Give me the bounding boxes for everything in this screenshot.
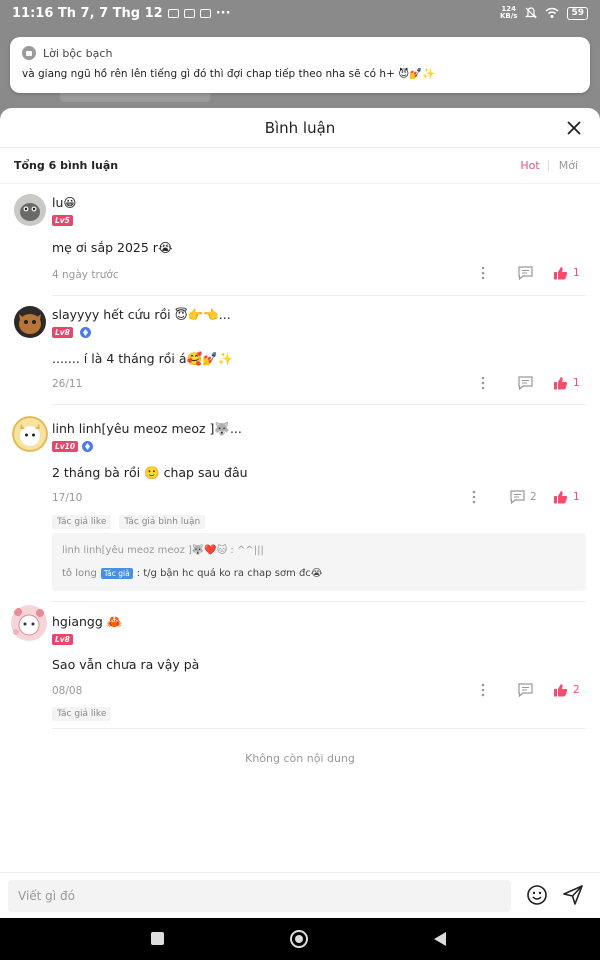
level-badge: Lv8	[52, 634, 73, 645]
comment-divider	[52, 728, 586, 729]
reply-button[interactable]	[518, 266, 533, 280]
back-button[interactable]	[434, 932, 446, 946]
reply-author[interactable]: tô long	[62, 568, 97, 579]
comment-author[interactable]: hgiangg 🦀	[52, 614, 122, 630]
comment-icon	[510, 490, 525, 504]
system-nav-bar	[0, 918, 600, 960]
reply-preview[interactable]: linh linh[yêu meoz meoz ]🐺❤️🐱 : ^^||| tô…	[52, 533, 586, 591]
tag-author-commented: Tác giả bình luận	[119, 515, 206, 529]
author-reply: tô long Tác giả : t/g bận hc quá ko ra c…	[62, 565, 576, 582]
thumbs-up-icon	[554, 684, 568, 697]
tab-new[interactable]: Mới	[549, 159, 586, 172]
like-count: 2	[573, 684, 580, 696]
network-speed: 124 KB/s	[499, 5, 518, 20]
comment-input[interactable]: Viết gì đó	[8, 879, 511, 912]
comment-author[interactable]: linh linh[yêu meoz meoz ]🐺...	[52, 421, 242, 437]
status-bar: 11:16 Th 7, 7 Thg 12 ··· 124 KB/s 59	[0, 0, 600, 26]
wifi-icon	[545, 7, 559, 18]
reply-count: 2	[530, 491, 537, 503]
level-badge: Lv10	[52, 441, 79, 452]
comment-text: 2 tháng bà rồi 🙂 chap sau đâu	[52, 465, 248, 480]
reply-button[interactable]	[518, 683, 533, 697]
like-button[interactable]: 1	[553, 490, 580, 504]
comments-sheet: Bình luận Tổng 6 bình luận Hot Mới lu😀 L…	[0, 108, 600, 918]
comment-item: linh linh[yêu meoz meoz ]🐺... Lv10 2 thá…	[0, 412, 600, 602]
more-options-icon[interactable]	[480, 266, 486, 280]
comment-author[interactable]: lu😀	[52, 195, 76, 210]
comment-item: hgiangg 🦀 Lv8 Sao vẫn chưa ra vậy pà 08/…	[0, 602, 600, 732]
notification-app-icon	[167, 8, 179, 18]
comment-date: 17/10	[52, 492, 83, 504]
notification-app-icon	[183, 8, 195, 18]
sort-tabs: Hot Mới	[512, 159, 586, 172]
comment-date: 26/11	[52, 378, 83, 390]
comment-icon	[518, 266, 533, 280]
level-badge: Lv8	[52, 327, 73, 338]
notification-app-name: Lời bộc bạch	[43, 46, 113, 60]
thumbs-up-icon	[554, 377, 568, 390]
avatar[interactable]	[14, 306, 46, 338]
emoji-icon[interactable]	[526, 884, 548, 906]
more-options-icon[interactable]	[480, 683, 486, 697]
message-app-icon	[22, 46, 36, 60]
close-icon[interactable]	[564, 118, 584, 138]
mute-icon	[525, 7, 538, 19]
thumbs-up-icon	[554, 267, 568, 280]
like-count: 1	[573, 377, 580, 389]
like-button[interactable]: 1	[553, 266, 580, 280]
comment-divider	[52, 295, 586, 296]
author-tags: Tác giả like	[52, 707, 112, 721]
like-button[interactable]: 1	[553, 376, 580, 390]
comment-item: lu😀 Lv5 mẹ ơi sắp 2025 r😭 4 ngày trước 1	[0, 194, 600, 304]
verified-icon	[80, 327, 91, 338]
comments-subheader: Tổng 6 bình luận Hot Mới	[0, 148, 600, 184]
tab-hot[interactable]: Hot	[512, 159, 547, 172]
comment-date: 08/08	[52, 685, 83, 697]
sheet-title: Bình luận	[264, 118, 336, 137]
notification-app-icon	[199, 8, 211, 18]
like-count: 1	[573, 267, 580, 279]
comment-item: slayyyy hết cứu rồi 😇👉👈... Lv8 ....... í…	[0, 306, 600, 416]
comment-text: ....... í là 4 tháng rồi á🥰💅✨	[52, 351, 234, 366]
author-tags: Tác giả like Tác giả bình luận	[52, 515, 206, 529]
comment-author[interactable]: slayyyy hết cứu rồi 😇👉👈...	[52, 307, 231, 323]
avatar[interactable]	[12, 416, 48, 452]
status-time: 11:16 Th 7, 7 Thg 12	[12, 5, 163, 21]
thumbs-up-icon	[554, 491, 568, 504]
reply-button[interactable]	[518, 376, 533, 390]
verified-icon	[82, 441, 93, 452]
notification-message: và giang ngũ hồ rên lên tiếng gì đó thì …	[22, 68, 436, 80]
like-count: 1	[573, 491, 580, 503]
comment-text: mẹ ơi sắp 2025 r😭	[52, 240, 173, 255]
more-options-icon[interactable]	[480, 376, 486, 390]
comment-icon	[518, 376, 533, 390]
home-button[interactable]	[290, 930, 308, 948]
reply-text: : t/g bận hc quá ko ra chap sơm đc😭	[136, 568, 323, 579]
tag-author-liked: Tác giả like	[52, 707, 112, 721]
comment-divider	[52, 404, 586, 405]
end-of-list-text: Không còn nội dung	[245, 752, 355, 765]
comment-input-bar: Viết gì đó	[0, 872, 600, 918]
reply-button[interactable]: 2	[510, 490, 537, 504]
like-button[interactable]: 2	[553, 683, 580, 697]
tag-author-liked: Tác giả like	[52, 515, 112, 529]
sheet-header: Bình luận	[0, 108, 600, 148]
send-icon[interactable]	[562, 884, 584, 906]
comment-icon	[518, 683, 533, 697]
author-badge: Tác giả	[100, 568, 133, 579]
avatar[interactable]	[14, 194, 46, 226]
level-badge: Lv5	[52, 215, 73, 226]
comment-text: Sao vẫn chưa ra vậy pà	[52, 657, 200, 672]
comment-count: Tổng 6 bình luận	[14, 159, 119, 172]
avatar[interactable]	[10, 604, 48, 642]
reply-quote: linh linh[yêu meoz meoz ]🐺❤️🐱 : ^^|||	[62, 545, 264, 556]
comment-date: 4 ngày trước	[52, 269, 119, 281]
more-options-icon[interactable]	[471, 490, 477, 504]
recent-apps-button[interactable]	[151, 932, 164, 945]
notification-banner[interactable]: Lời bộc bạch và giang ngũ hồ rên lên tiế…	[10, 37, 590, 93]
more-notifications-icon: ···	[215, 5, 231, 21]
battery-indicator: 59	[567, 6, 588, 20]
